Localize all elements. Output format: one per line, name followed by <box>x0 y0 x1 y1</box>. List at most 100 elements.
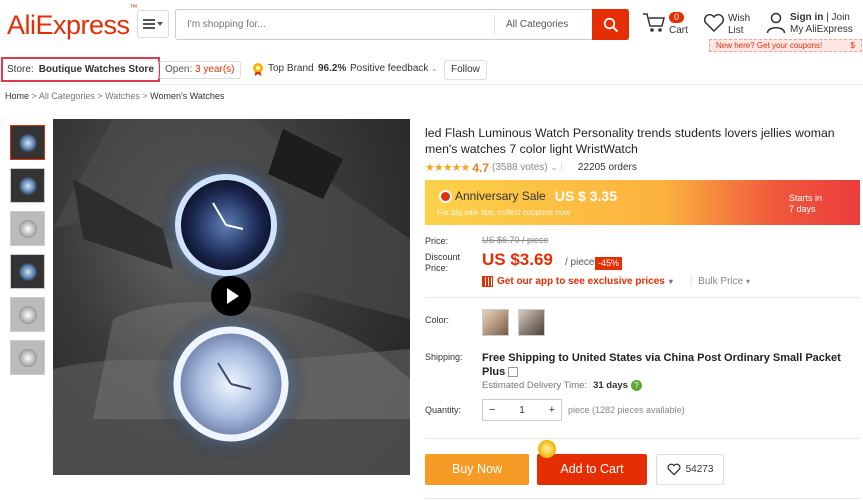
store-name-box[interactable]: Store: Boutique Watches Store <box>1 57 160 82</box>
price-unit: / piece <box>565 257 595 268</box>
orders-count: 22205 orders <box>577 162 637 173</box>
account-menu[interactable]: Sign in | Join My AliExpress <box>766 12 853 37</box>
breadcrumb-home[interactable]: Home <box>5 91 29 101</box>
section-divider <box>425 297 860 298</box>
product-thumbnail[interactable] <box>10 340 45 375</box>
price-label: Price: <box>425 236 449 246</box>
chevron-down-icon <box>157 22 163 26</box>
product-thumbnail[interactable] <box>10 297 45 332</box>
add-to-wishlist-button[interactable]: 54273 <box>656 454 724 485</box>
sale-countdown: Starts in 7 days <box>789 193 822 215</box>
pieces-available: piece (1282 pieces available) <box>568 405 685 415</box>
search-icon <box>603 17 618 32</box>
open-label: Open: <box>165 64 193 75</box>
color-option[interactable] <box>482 309 509 336</box>
sale-logo-icon <box>439 189 452 203</box>
logo-trademark: ™ <box>129 3 138 12</box>
app-exclusive-text: Get our app to see exclusive prices <box>497 276 665 287</box>
sale-price: US $ 3.35 <box>554 188 617 204</box>
play-video-button[interactable] <box>211 276 251 316</box>
search-input[interactable] <box>176 10 494 39</box>
store-label: Store: <box>7 64 34 75</box>
sparkle-icon <box>538 440 556 458</box>
breadcrumb-watches[interactable]: Watches <box>105 91 140 101</box>
open-years: 3 year(s) <box>195 64 235 75</box>
help-icon[interactable]: ? <box>630 380 642 391</box>
shipping-info: Free Shipping to United States via China… <box>482 351 857 379</box>
product-thumbnail[interactable] <box>10 168 45 203</box>
store-name[interactable]: Boutique Watches Store <box>39 64 154 75</box>
breadcrumb-sep: > <box>142 91 148 101</box>
hamburger-icon <box>143 19 155 29</box>
shipping-dropdown-icon[interactable] <box>508 367 519 378</box>
delivery-time: Estimated Delivery Time: 31 days ? <box>482 380 642 391</box>
positive-feedback-dropdown[interactable]: Positive feedback ⌄ <box>350 62 438 76</box>
starts-in-days: 7 days <box>789 204 816 214</box>
quantity-label: Quantity: <box>425 405 462 415</box>
coupon-banner[interactable]: New here? Get your coupons! $ <box>709 39 862 52</box>
bulk-price-dropdown[interactable]: | Bulk Price ▾ <box>690 276 750 287</box>
starts-in-label: Starts in <box>789 193 823 203</box>
section-divider <box>425 498 860 499</box>
user-icon <box>766 12 786 34</box>
discount-price-label: Discount Price: <box>425 252 460 274</box>
quantity-input[interactable]: 1 <box>519 405 525 416</box>
heart-icon <box>703 13 725 33</box>
sign-in-link[interactable]: Sign in <box>790 12 823 23</box>
section-divider <box>425 438 860 439</box>
product-thumbnail[interactable] <box>10 254 45 289</box>
votes-count[interactable]: (3588 votes) <box>492 161 548 175</box>
delivery-label: Estimated Delivery Time: <box>482 380 588 391</box>
store-open-duration: Open: 3 year(s) <box>158 61 242 79</box>
bulk-price-label: Bulk Price <box>698 276 744 287</box>
rating-row: ★★★★★ 4.7 (3588 votes) ⌄ | 22205 orders <box>425 161 637 175</box>
sale-subtext: For big sale tips, collect coupons now <box>437 208 570 217</box>
category-select[interactable]: All Categories <box>494 15 594 34</box>
thumbnail-list <box>10 125 46 383</box>
quantity-increase-button[interactable]: + <box>549 404 555 416</box>
medal-icon <box>253 63 263 76</box>
site-header: AliExpress™ All Categories 0 Cart WishLi… <box>0 0 863 56</box>
cart-count-badge: 0 <box>669 12 685 23</box>
wish-label-2: List <box>728 25 744 36</box>
wish-list-link[interactable]: Wish List <box>703 13 750 36</box>
product-thumbnail[interactable] <box>10 125 45 160</box>
header-divider <box>0 84 863 85</box>
aliexpress-logo[interactable]: AliExpress™ <box>7 3 138 41</box>
my-aliexpress-link[interactable]: My AliExpress <box>790 24 863 36</box>
rating-score: 4.7 <box>472 161 489 175</box>
quantity-decrease-button[interactable]: − <box>489 404 495 416</box>
color-option[interactable] <box>518 309 545 336</box>
coupon-text: New here? Get your coupons! <box>716 41 823 50</box>
logo-text: AliExpress <box>7 10 130 40</box>
discount-label-line1: Discount <box>425 252 461 262</box>
discount-badge: -45% <box>595 257 623 270</box>
join-link[interactable]: Join <box>832 12 850 23</box>
breadcrumb-womens-watches[interactable]: Women's Watches <box>150 91 224 101</box>
shipping-text: Free Shipping to United States via China… <box>482 352 841 378</box>
top-brand-label: Top Brand <box>268 63 314 74</box>
anniversary-sale-banner: Anniversary Sale US $ 3.35 For big sale … <box>425 180 860 225</box>
follow-button[interactable]: Follow <box>444 60 487 80</box>
qr-code-icon <box>482 276 493 287</box>
wish-count: 54273 <box>685 464 714 475</box>
breadcrumb-sep: > <box>31 91 37 101</box>
buy-now-button[interactable]: Buy Now <box>425 454 529 485</box>
search-bar: All Categories <box>175 9 629 40</box>
breadcrumb-all-categories[interactable]: All Categories <box>39 91 95 101</box>
heart-icon <box>667 463 681 476</box>
add-to-cart-button[interactable]: Add to Cart <box>537 454 647 485</box>
shipping-label: Shipping: <box>425 352 463 362</box>
app-exclusive-prices-link[interactable]: Get our app to see exclusive prices ▾ <box>482 276 673 287</box>
search-button[interactable] <box>592 9 629 40</box>
discount-label-line2: Price: <box>425 263 449 273</box>
category-menu-button[interactable] <box>137 10 169 38</box>
original-price: US $6.70 / piece <box>482 235 549 245</box>
product-thumbnail[interactable] <box>10 211 45 246</box>
delivery-days: 31 days <box>593 380 628 391</box>
store-bar: Store: Boutique Watches Store Open: 3 yea… <box>0 56 863 84</box>
cart-link[interactable]: 0 Cart <box>642 12 692 38</box>
chevron-down-icon: ⌄ <box>550 163 558 172</box>
sale-label: Anniversary Sale <box>455 189 546 203</box>
cart-label: Cart <box>669 25 688 36</box>
